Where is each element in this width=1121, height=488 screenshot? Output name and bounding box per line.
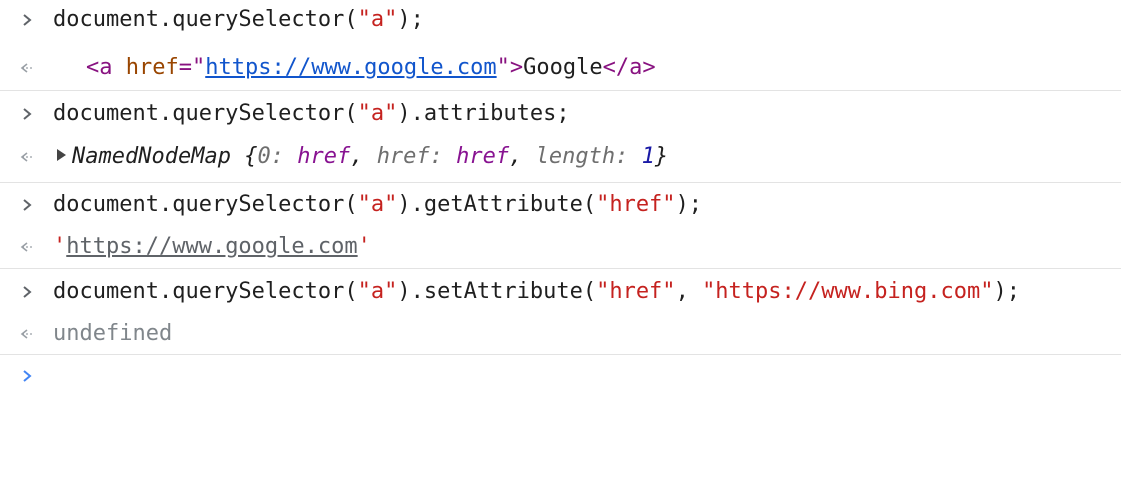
console-output-line: undefined xyxy=(0,318,1121,350)
entry-divider xyxy=(0,90,1121,91)
console-input-code[interactable]: document.querySelector("a"); xyxy=(53,4,424,36)
expand-triangle-icon[interactable] xyxy=(57,149,66,161)
console-output-line: 'https://www.google.com' xyxy=(0,231,1121,263)
url-value[interactable]: https://www.google.com xyxy=(66,234,357,259)
chevron-right-icon xyxy=(17,98,37,130)
console-input-code[interactable]: document.querySelector("a").attributes; xyxy=(53,98,570,130)
href-link[interactable]: https://www.google.com xyxy=(205,55,496,80)
object-preview[interactable]: NamedNodeMap {0: href, href: href, lengt… xyxy=(57,141,668,173)
console-panel: document.querySelector("a"); <a href="ht… xyxy=(0,0,1121,422)
return-arrow-icon xyxy=(17,52,37,84)
chevron-right-icon xyxy=(17,4,37,36)
console-input-line: document.querySelector("a").getAttribute… xyxy=(0,189,1121,221)
console-input-line: document.querySelector("a").setAttribute… xyxy=(0,276,1121,308)
return-arrow-icon xyxy=(17,231,37,263)
chevron-right-icon xyxy=(17,189,37,221)
undefined-result: undefined xyxy=(53,321,173,346)
console-output-line: <a href="https://www.google.com">Google<… xyxy=(0,52,1121,84)
entry-divider xyxy=(0,268,1121,269)
chevron-right-icon xyxy=(17,276,37,308)
return-arrow-icon xyxy=(17,141,37,173)
console-active-prompt[interactable] xyxy=(0,360,1121,392)
console-input-code[interactable]: document.querySelector("a").setAttribute… xyxy=(53,276,1020,308)
string-result[interactable]: 'https://www.google.com' xyxy=(53,231,371,263)
console-input-line: document.querySelector("a").attributes; xyxy=(0,98,1121,130)
element-node[interactable]: <a href="https://www.google.com">Google<… xyxy=(86,52,656,84)
console-output-line: NamedNodeMap {0: href, href: href, lengt… xyxy=(0,141,1121,173)
entry-divider xyxy=(0,354,1121,355)
chevron-right-icon xyxy=(17,360,37,392)
return-arrow-icon xyxy=(17,318,37,350)
entry-divider xyxy=(0,182,1121,183)
console-input-code[interactable]: document.querySelector("a").getAttribute… xyxy=(53,189,702,221)
console-input-line: document.querySelector("a"); xyxy=(0,4,1121,36)
